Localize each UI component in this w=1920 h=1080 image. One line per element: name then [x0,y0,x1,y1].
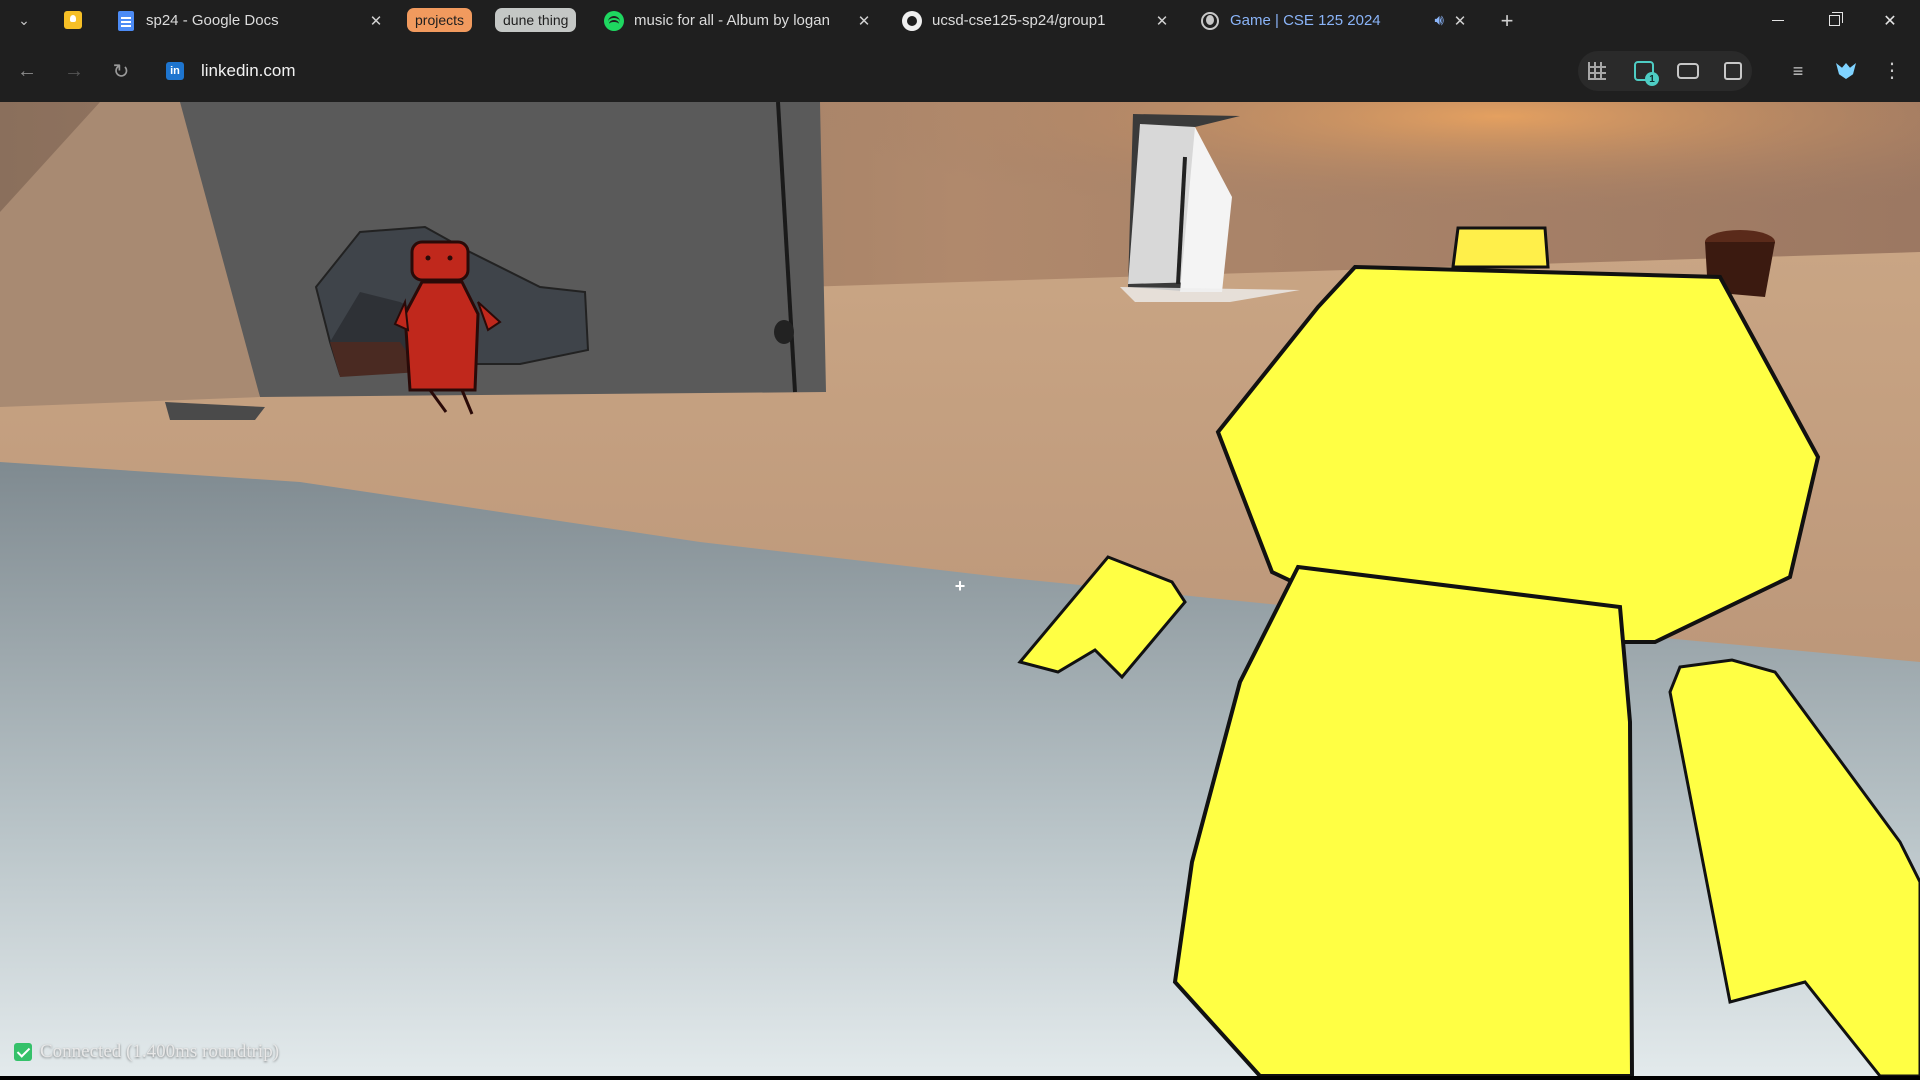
wall-knob [774,320,794,344]
tab-title: Game | CSE 125 2024 [1230,12,1381,29]
glasses-icon [1677,63,1699,79]
browser-toolbar: ← → ↻ in linkedin.com 1 ≡ ⋮ [0,41,1920,102]
extensions-menu-button[interactable] [1719,57,1747,85]
browser-menu-button[interactable]: ⋮ [1878,57,1906,85]
magnifier-icon: 1 [1634,61,1659,86]
close-icon[interactable]: ✕ [366,11,386,31]
enemy-head [410,240,470,282]
chevron-down-icon: ⌄ [18,11,30,28]
game-viewport[interactable]: + [0,102,1920,1076]
tab-group-projects[interactable]: projects [407,8,473,32]
restore-icon [1828,12,1843,26]
queue-icon: ≡ [1792,60,1804,81]
arrow-right-icon: → [64,59,84,82]
speaker-icon[interactable]: 🔊︎ [1435,12,1444,29]
enemy-eye-right [447,255,453,261]
minimize-button[interactable] [1750,0,1806,41]
profile-button[interactable] [1832,57,1860,85]
back-button[interactable]: ← [12,56,42,86]
minimize-icon [1772,20,1784,21]
menu-icon: ⋮ [1882,60,1902,82]
player-hat [1451,226,1550,269]
close-icon: ✕ [1883,12,1897,30]
connection-status-text: Connected (1.400ms roundtrip) [40,1041,280,1062]
url-text: linkedin.com [201,61,296,80]
magnifier-extension-button[interactable]: 1 [1630,57,1659,86]
connection-status: Connected (1.400ms roundtrip) [14,1040,279,1064]
tab-title: music for all - Album by logan [634,12,830,29]
media-queue-button[interactable]: ≡ [1784,57,1812,85]
bottom-edge [0,1076,1920,1080]
extension-badge: 1 [1645,72,1659,86]
tab-title: ucsd-cse125-sp24/group1 [932,12,1106,29]
restore-button[interactable] [1806,0,1862,41]
check-icon [14,1043,32,1061]
tab-game-active[interactable]: Game | CSE 125 2024 🔊︎ ✕ [1190,4,1480,37]
close-icon[interactable]: ✕ [1450,11,1470,31]
puzzle-icon [1724,62,1742,80]
enemy-eye-left [425,255,431,261]
tab-title: sp24 - Google Docs [146,12,279,29]
close-icon[interactable]: ✕ [1152,11,1172,31]
tab-search-button[interactable]: ⌄ [10,8,38,32]
google-keep-icon [64,11,82,29]
linkedin-icon: in [166,62,184,80]
tab-group-dune-thing[interactable]: dune thing [495,8,577,32]
crosshair: + [954,575,966,596]
spotify-icon [604,10,624,31]
forward-button[interactable]: → [59,56,89,86]
tab-strip: ⌄ sp24 - Google Docs ✕ projects dune thi… [0,0,1920,41]
google-docs-icon [116,10,136,31]
grid-extension-button[interactable] [1583,57,1611,85]
arrow-left-icon: ← [17,59,37,82]
window-close-button[interactable]: ✕ [1862,0,1918,41]
shield-icon [1836,63,1856,79]
new-tab-button[interactable]: + [1494,8,1520,34]
glasses-extension-button[interactable] [1674,57,1702,85]
pinned-tab-keep[interactable] [60,9,86,31]
reload-button[interactable]: ↻ [106,56,136,86]
grid-icon [1588,62,1606,80]
tab-github[interactable]: ucsd-cse125-sp24/group1 ✕ [892,4,1182,37]
close-icon[interactable]: ✕ [854,11,874,31]
address-bar[interactable]: in linkedin.com [150,51,1550,91]
tab-spotify[interactable]: music for all - Album by logan ✕ [594,4,884,37]
github-icon [902,10,922,31]
reload-icon: ↻ [112,60,130,83]
tab-google-docs[interactable]: sp24 - Google Docs ✕ [106,4,396,37]
enemy-body [403,280,480,392]
globe-icon [1200,11,1220,31]
